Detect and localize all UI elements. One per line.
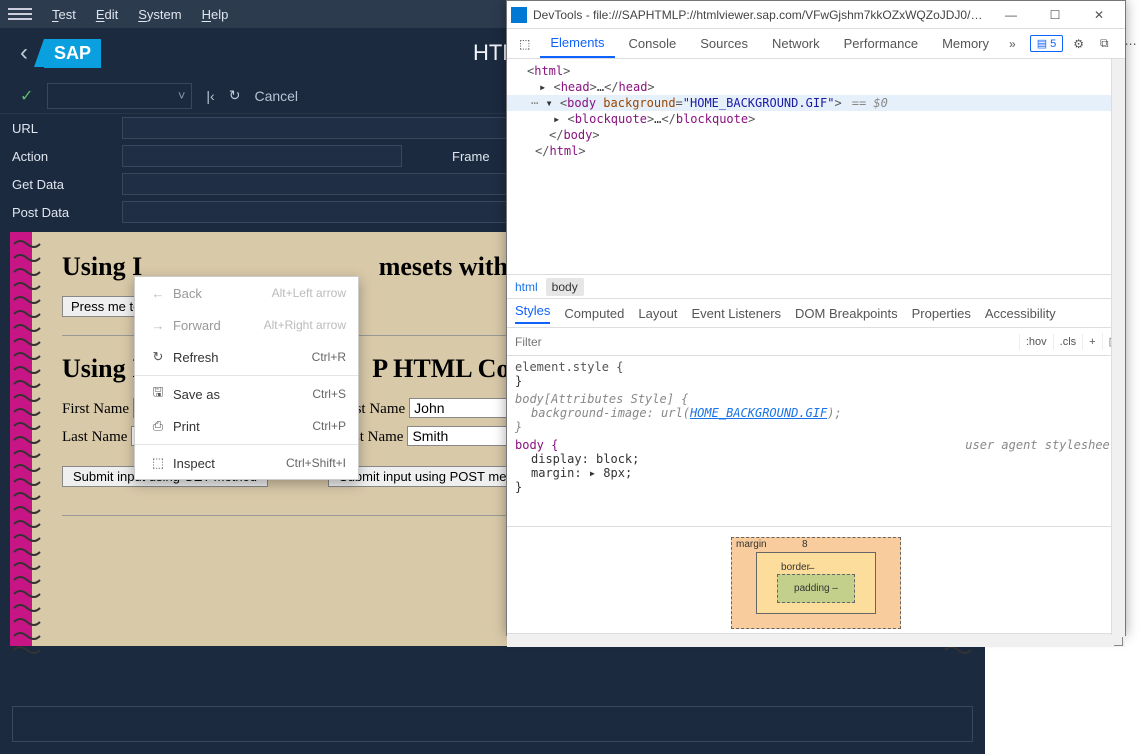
add-rule-button[interactable]: + — [1082, 334, 1101, 350]
devtools-title: DevTools - file:///SAPHTMLP://htmlviewer… — [533, 8, 989, 22]
minimize-button[interactable]: — — [989, 1, 1033, 29]
ctx-sep-2 — [135, 444, 358, 445]
forward-arrow-icon: → — [147, 318, 169, 333]
getdata-label: Get Data — [12, 177, 122, 192]
v-scrollbar[interactable] — [1111, 59, 1125, 635]
bg-image-link[interactable]: HOME_BACKGROUND.GIF — [690, 406, 827, 420]
stab-listeners[interactable]: Event Listeners — [691, 306, 781, 321]
devtools-window: DevTools - file:///SAPHTMLP://htmlviewer… — [506, 0, 1126, 636]
tab-elements[interactable]: Elements — [540, 29, 614, 58]
tab-console[interactable]: Console — [619, 30, 687, 57]
tab-memory[interactable]: Memory — [932, 30, 999, 57]
devtools-app-icon — [511, 7, 527, 23]
styles-filter-bar: :hov .cls + ◨ — [507, 328, 1125, 356]
box-model: margin8 border – padding – — [507, 526, 1125, 633]
elements-panel[interactable]: <html> ▸ <head>…</head> ⋯ ▾ <body backgr… — [507, 59, 1125, 274]
crumb-body[interactable]: body — [546, 278, 584, 296]
sap-logo: SAP — [44, 39, 101, 68]
postdata-label: Post Data — [12, 205, 122, 220]
action-input[interactable] — [122, 145, 402, 167]
more-icon[interactable]: ⋯ — [1119, 33, 1143, 55]
ctx-saveas[interactable]: 🖫Save asCtrl+S — [135, 378, 358, 410]
frame-label: Frame — [452, 149, 490, 164]
ctx-print[interactable]: ⎙PrintCtrl+P — [135, 410, 358, 442]
ctx-inspect[interactable]: ⬚InspectCtrl+Shift+I — [135, 447, 358, 479]
crumb-html[interactable]: html — [515, 280, 538, 294]
refresh-icon[interactable]: ↻ — [229, 87, 241, 104]
more-tabs-icon[interactable]: » — [1003, 33, 1022, 55]
toolbar-dropdown[interactable]: ˅ — [47, 83, 192, 109]
dom-breadcrumb: html body — [507, 274, 1125, 298]
hamburger-icon[interactable] — [8, 2, 32, 26]
styles-body[interactable]: element.style { } body[Attributes Style]… — [507, 356, 1125, 526]
selected-element[interactable]: ⋯ ▾ <body background="HOME_BACKGROUND.GI… — [507, 95, 1125, 111]
lname-label-1: Last Name — [62, 429, 127, 445]
save-icon: 🖫 — [147, 383, 169, 405]
action-label: Action — [12, 149, 122, 164]
tab-network[interactable]: Network — [762, 30, 830, 57]
stab-computed[interactable]: Computed — [564, 306, 624, 321]
check-icon[interactable]: ✓ — [20, 86, 33, 106]
url-label: URL — [12, 121, 122, 136]
tab-sources[interactable]: Sources — [690, 30, 758, 57]
back-arrow-icon: ← — [147, 286, 169, 301]
stab-properties[interactable]: Properties — [912, 306, 971, 321]
menu-test[interactable]: Test — [52, 7, 76, 22]
spiral-left — [10, 232, 32, 646]
menu-help[interactable]: Help — [202, 7, 229, 22]
devtools-titlebar[interactable]: DevTools - file:///SAPHTMLP://htmlviewer… — [507, 1, 1125, 29]
stab-dombreak[interactable]: DOM Breakpoints — [795, 306, 898, 321]
devtools-tabs: ⬚ Elements Console Sources Network Perfo… — [507, 29, 1125, 59]
refresh-circle-icon: ↻ — [147, 349, 169, 365]
cls-button[interactable]: .cls — [1053, 334, 1083, 350]
first-page-icon[interactable]: |‹ — [206, 88, 214, 104]
menu-edit[interactable]: Edit — [96, 7, 118, 22]
menu-system[interactable]: System — [138, 7, 181, 22]
tab-performance[interactable]: Performance — [834, 30, 928, 57]
element-picker-icon[interactable]: ⬚ — [513, 33, 536, 55]
ctx-forward[interactable]: →ForwardAlt+Right arrow — [135, 309, 358, 341]
cancel-button[interactable]: Cancel — [254, 88, 298, 104]
fname-label-1: First Name — [62, 401, 129, 417]
styles-filter-input[interactable] — [507, 331, 1019, 353]
status-bar — [12, 706, 973, 742]
stab-styles[interactable]: Styles — [515, 303, 550, 324]
inspect-icon: ⬚ — [147, 455, 169, 471]
print-icon: ⎙ — [147, 418, 169, 434]
close-button[interactable]: ✕ — [1077, 1, 1121, 29]
stab-layout[interactable]: Layout — [638, 306, 677, 321]
ctx-sep-1 — [135, 375, 358, 376]
device-icon[interactable]: ⧉ — [1094, 32, 1115, 55]
context-menu: ←BackAlt+Left arrow →ForwardAlt+Right ar… — [134, 276, 359, 480]
issues-badge[interactable]: ▤ 5 — [1030, 35, 1064, 52]
hov-button[interactable]: :hov — [1019, 334, 1053, 350]
back-button[interactable]: ‹ — [20, 39, 28, 67]
maximize-button[interactable]: ☐ — [1033, 1, 1077, 29]
ctx-refresh[interactable]: ↻RefreshCtrl+R — [135, 341, 358, 373]
ctx-back[interactable]: ←BackAlt+Left arrow — [135, 277, 358, 309]
stab-accessibility[interactable]: Accessibility — [985, 306, 1056, 321]
h-scrollbar[interactable] — [507, 633, 1125, 647]
gear-icon[interactable]: ⚙ — [1067, 33, 1090, 55]
styles-tabs: Styles Computed Layout Event Listeners D… — [507, 298, 1125, 328]
